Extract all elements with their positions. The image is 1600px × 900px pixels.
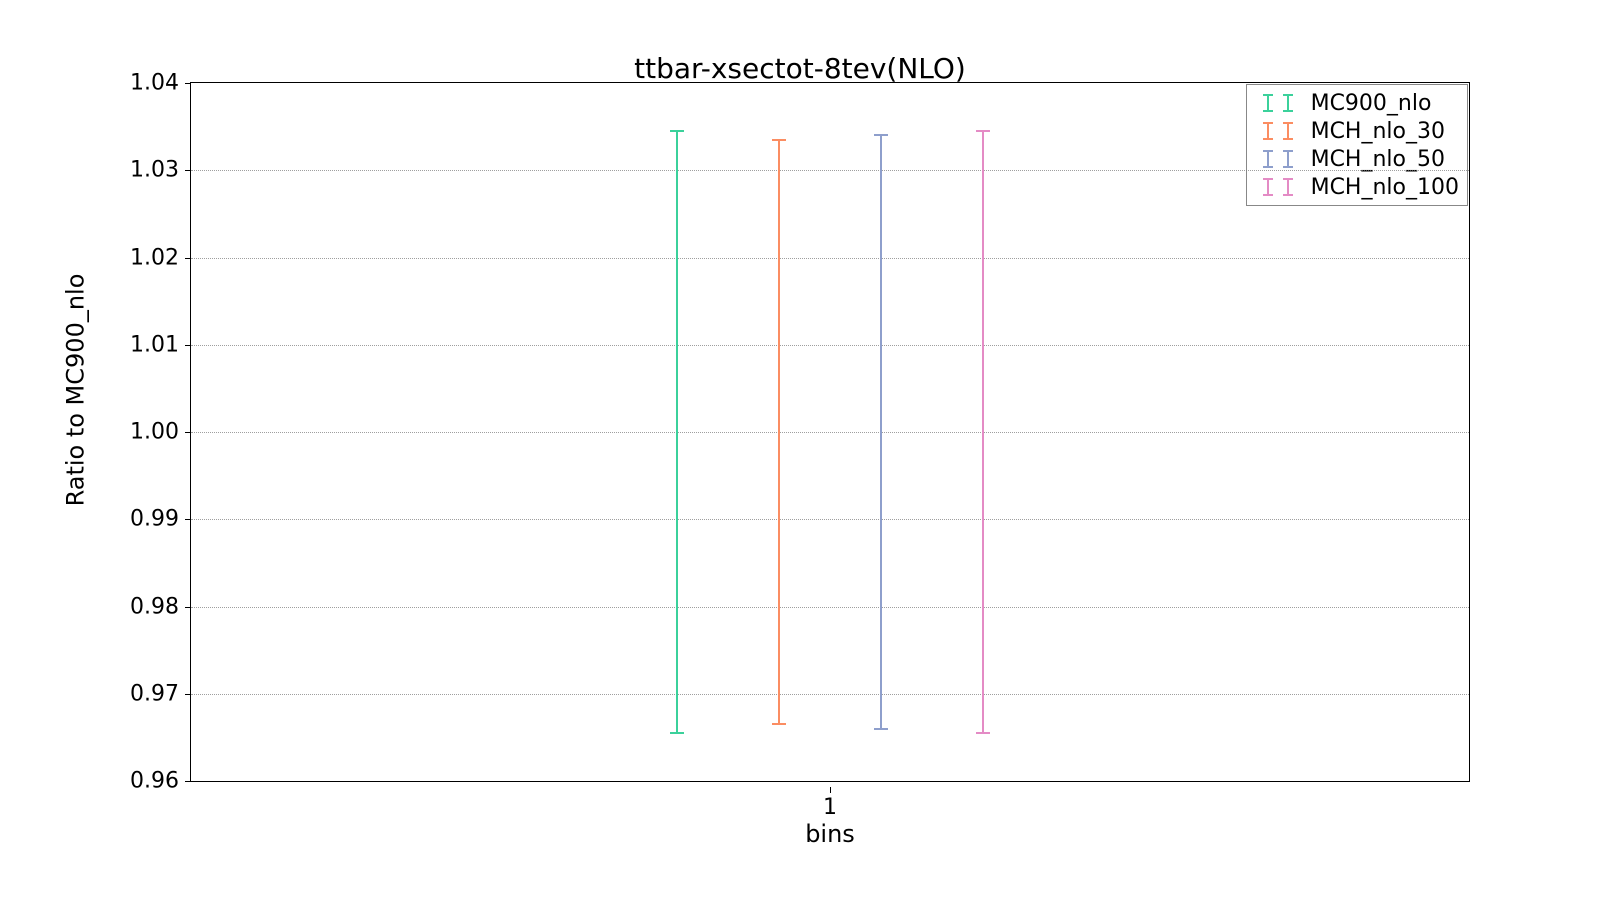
- errorbar-cap-bottom: [670, 732, 684, 734]
- y-tick-label: 1.04: [130, 71, 191, 96]
- errorbar-stem: [778, 140, 780, 725]
- x-tick-mark: [830, 787, 831, 793]
- x-tick-label: 1: [823, 795, 837, 820]
- errorbar-cap-top: [772, 139, 786, 141]
- y-axis-label: Ratio to MC900_nlo: [60, 0, 90, 780]
- y-gridline: [191, 694, 1469, 695]
- y-gridline: [191, 432, 1469, 433]
- y-gridline: [191, 345, 1469, 346]
- errorbar-cap-top: [670, 130, 684, 132]
- y-tick-label: 1.02: [130, 245, 191, 270]
- y-gridline: [191, 607, 1469, 608]
- legend-sample-icon: [1255, 178, 1301, 196]
- y-gridline: [191, 519, 1469, 520]
- y-tick-label: 0.99: [130, 507, 191, 532]
- errorbar-cap-top: [976, 130, 990, 132]
- legend-row: MCH_nlo_50: [1255, 145, 1459, 173]
- legend-row: MCH_nlo_100: [1255, 173, 1459, 201]
- y-tick-label: 1.00: [130, 420, 191, 445]
- errorbar-stem: [676, 131, 678, 733]
- legend-label: MCH_nlo_100: [1311, 175, 1459, 200]
- x-axis-label: bins: [190, 820, 1470, 848]
- errorbar-cap-bottom: [772, 723, 786, 725]
- legend: MC900_nlo MCH_nlo_30 MCH_nlo_50 MCH_nlo_100: [1246, 84, 1468, 206]
- y-tick-label: 1.01: [130, 332, 191, 357]
- errorbar-cap-top: [874, 134, 888, 136]
- y-tick-label: 0.96: [130, 769, 191, 794]
- legend-label: MC900_nlo: [1311, 91, 1432, 116]
- errorbar-cap-bottom: [874, 728, 888, 730]
- legend-sample-icon: [1255, 150, 1301, 168]
- legend-sample-icon: [1255, 94, 1301, 112]
- legend-label: MCH_nlo_30: [1311, 119, 1445, 144]
- chart-figure: ttbar-xsectot-8tev(NLO) Ratio to MC900_n…: [0, 0, 1600, 900]
- errorbar-stem: [880, 135, 882, 728]
- legend-row: MCH_nlo_30: [1255, 117, 1459, 145]
- plot-area: MC900_nlo MCH_nlo_30 MCH_nlo_50 MCH_nlo_100…: [190, 82, 1470, 782]
- legend-sample-icon: [1255, 122, 1301, 140]
- chart-title: ttbar-xsectot-8tev(NLO): [0, 52, 1600, 85]
- y-tick-label: 0.98: [130, 594, 191, 619]
- y-tick-label: 1.03: [130, 158, 191, 183]
- errorbar-cap-bottom: [976, 732, 990, 734]
- y-gridline: [191, 258, 1469, 259]
- legend-label: MCH_nlo_50: [1311, 147, 1445, 172]
- legend-row: MC900_nlo: [1255, 89, 1459, 117]
- y-tick-label: 0.97: [130, 681, 191, 706]
- y-gridline: [191, 170, 1469, 171]
- errorbar-stem: [982, 131, 984, 733]
